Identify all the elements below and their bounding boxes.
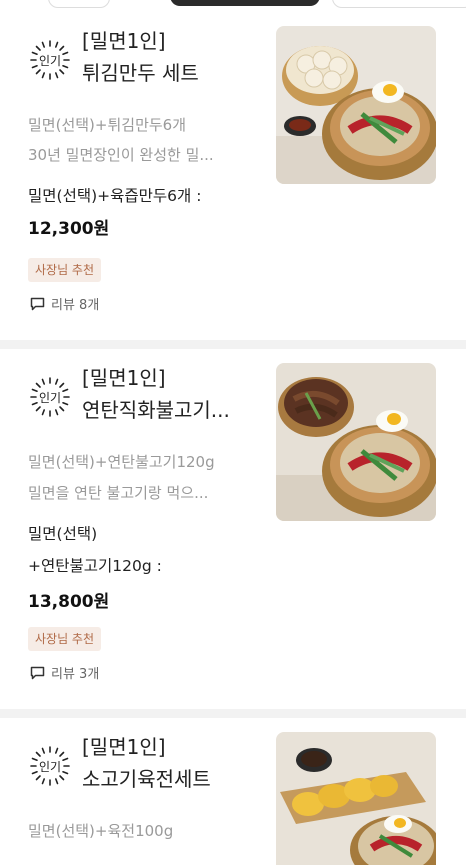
menu-item-title: 인기 [밀면1인] 튀김만두 세트 <box>28 26 268 96</box>
menu-title-line1: [밀면1인] <box>82 735 166 759</box>
badge-label: 인기 <box>38 759 62 774</box>
menu-item-title: 인기 [밀면1인] 소고기육전세트 <box>28 732 268 802</box>
menu-item-card[interactable]: 인기 [밀면1인] 튀김만두 세트 밀면(선택)+튀김만두6개 30년 밀면장인… <box>0 8 466 340</box>
speech-bubble-icon <box>30 297 45 310</box>
speech-bubble-icon <box>30 666 45 679</box>
menu-option-line2: +연탄불고기120g : <box>28 557 162 575</box>
review-count[interactable]: 리뷰 8개 <box>30 294 99 313</box>
menu-photo[interactable] <box>276 26 436 184</box>
menu-photo[interactable] <box>276 363 436 521</box>
menu-description-line2: 30년 밀면장인이 완성한 밀... <box>28 146 214 164</box>
menu-price: 12,300원 <box>28 219 110 239</box>
review-count[interactable]: 리뷰 3개 <box>30 663 99 682</box>
menu-item-title: 인기 [밀면1인] 연탄직화불고기... <box>28 363 268 433</box>
category-tab[interactable] <box>48 0 110 8</box>
owner-recommend-tag: 사장님 추천 <box>28 627 102 651</box>
review-count-label: 리뷰 8개 <box>51 298 100 313</box>
menu-item-card[interactable]: 인기 [밀면1인] 소고기육전세트 밀면(선택)+육전100g <box>0 718 466 865</box>
naengmyeon-bulgogi-icon <box>276 363 436 521</box>
owner-recommend-tag: 사장님 추천 <box>28 258 102 282</box>
section-divider <box>0 709 466 718</box>
menu-option-line1: 밀면(선택)+육즙만두6개 : <box>28 187 202 205</box>
naengmyeon-dumplings-icon <box>276 26 436 184</box>
menu-description-line1: 밀면(선택)+육전100g <box>28 822 174 840</box>
menu-title-line2: 소고기육전세트 <box>82 767 211 791</box>
badge-label: 인기 <box>38 390 62 405</box>
category-tab-selected[interactable] <box>170 0 320 6</box>
menu-title-line2: 연탄직화불고기... <box>82 398 230 422</box>
menu-item-card[interactable]: 인기 [밀면1인] 연탄직화불고기... 밀면(선택)+연탄불고기120g 밀면… <box>0 349 466 709</box>
menu-title-line1: [밀면1인] <box>82 366 166 390</box>
menu-price: 13,800원 <box>28 592 110 612</box>
badge-label: 인기 <box>38 53 62 68</box>
category-tab[interactable] <box>332 0 466 8</box>
popular-badge: 인기 <box>28 744 72 788</box>
menu-description-line1: 밀면(선택)+연탄불고기120g <box>28 453 215 471</box>
category-tabs-strip <box>0 0 466 8</box>
section-divider <box>0 340 466 349</box>
menu-description-line2: 밀면을 연탄 불고기랑 먹으... <box>28 484 209 502</box>
naengmyeon-yukjeon-icon <box>276 732 436 865</box>
menu-title-line1: [밀면1인] <box>82 29 166 53</box>
menu-description-line1: 밀면(선택)+튀김만두6개 <box>28 116 187 134</box>
menu-option-line1: 밀면(선택) <box>28 525 98 543</box>
popular-badge: 인기 <box>28 38 72 82</box>
popular-badge: 인기 <box>28 375 72 419</box>
review-count-label: 리뷰 3개 <box>51 667 100 682</box>
menu-title-line2: 튀김만두 세트 <box>82 61 199 85</box>
menu-photo[interactable] <box>276 732 436 865</box>
